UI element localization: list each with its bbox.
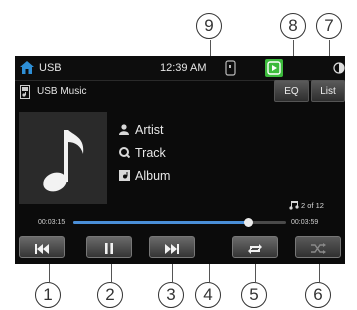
- music-app-icon[interactable]: [265, 59, 283, 77]
- repeat-icon: [248, 244, 262, 255]
- head-unit-screen: USB 12:39 AM USB Music EQ List Artist Tr…: [15, 56, 345, 264]
- artist-icon: [119, 124, 129, 135]
- home-icon[interactable]: [20, 61, 34, 74]
- eq-button[interactable]: EQ: [274, 80, 309, 102]
- next-track-button[interactable]: [149, 236, 195, 258]
- track-count: 2 of 12: [301, 201, 324, 210]
- pause-button[interactable]: [86, 236, 132, 258]
- sub-header-title: USB Music: [37, 86, 87, 97]
- total-time: 00:03:59: [291, 219, 319, 226]
- shuffle-icon: [310, 243, 326, 255]
- artist-name: Artist: [135, 123, 164, 137]
- album-name: Album: [135, 169, 171, 183]
- skip-previous-icon: [35, 243, 49, 254]
- elapsed-time: 00:03:15: [38, 219, 66, 226]
- clock: 12:39 AM: [160, 62, 207, 74]
- brightness-icon[interactable]: [333, 61, 345, 75]
- list-button[interactable]: List: [311, 80, 345, 102]
- music-note-icon: [43, 130, 84, 192]
- track-name: Track: [135, 146, 166, 160]
- progress-track[interactable]: [73, 218, 286, 227]
- progress-slider-knob[interactable]: [243, 218, 253, 227]
- phone-icon[interactable]: [225, 60, 236, 76]
- track-icon: [119, 147, 130, 158]
- skip-next-icon: [165, 243, 179, 254]
- usb-music-icon: [20, 85, 30, 99]
- shuffle-button[interactable]: [295, 236, 341, 258]
- status-bar: USB 12:39 AM: [15, 56, 345, 81]
- pause-icon: [105, 243, 113, 255]
- playlist-note-icon: [289, 201, 299, 210]
- progress-fill: [73, 221, 248, 224]
- previous-track-button[interactable]: [19, 236, 65, 258]
- repeat-button[interactable]: [232, 236, 278, 258]
- album-icon: [119, 170, 130, 181]
- album-art: [19, 112, 107, 204]
- source-label: USB: [39, 62, 62, 74]
